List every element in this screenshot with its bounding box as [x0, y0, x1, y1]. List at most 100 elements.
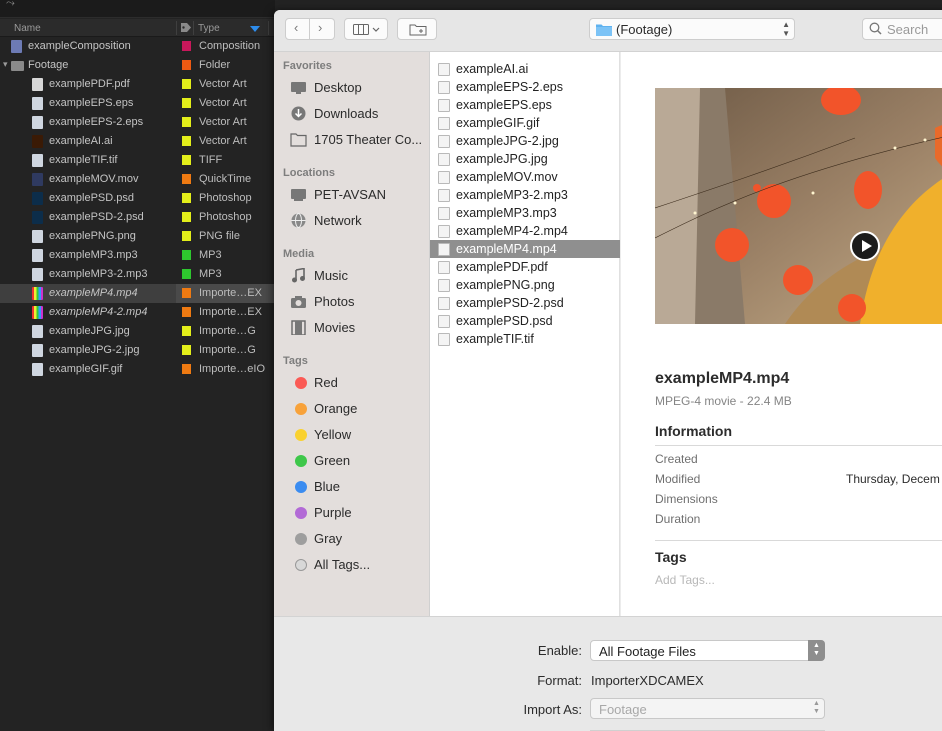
sidebar-item-movies[interactable]: Movies: [290, 317, 428, 339]
file-name: exampleMOV.mov: [456, 170, 558, 184]
file-name: exampleAI.ai: [456, 62, 529, 76]
label-color-swatch[interactable]: [182, 250, 191, 260]
sidebar-item-network[interactable]: Network: [290, 210, 428, 232]
label-color-swatch[interactable]: [182, 364, 191, 374]
project-item[interactable]: examplePSD-2.psd Photoshop: [0, 208, 275, 227]
label-color-swatch[interactable]: [182, 60, 191, 70]
label-color-swatch[interactable]: [182, 117, 191, 127]
sidebar-tag-orange[interactable]: Orange: [290, 398, 428, 420]
file-list-item[interactable]: exampleTIF.tif: [430, 330, 620, 348]
file-list-item[interactable]: exampleEPS-2.eps: [430, 78, 620, 96]
project-item[interactable]: exampleJPG.jpg Importe…G: [0, 322, 275, 341]
back-button[interactable]: ‹: [285, 18, 310, 40]
sidebar-item-photos[interactable]: Photos: [290, 291, 428, 313]
sidebar-tag-green[interactable]: Green: [290, 450, 428, 472]
project-item[interactable]: exampleEPS-2.eps Vector Art: [0, 113, 275, 132]
column-divider[interactable]: [268, 21, 269, 35]
project-item[interactable]: examplePSD.psd Photoshop: [0, 189, 275, 208]
project-item[interactable]: examplePNG.png PNG file: [0, 227, 275, 246]
sidebar-tag-yellow[interactable]: Yellow: [290, 424, 428, 446]
camera-icon: [291, 296, 306, 308]
project-item-name: exampleMP3-2.mp3: [49, 268, 148, 280]
tag-color-icon: [295, 429, 307, 441]
project-item-type: Importe…eIO: [199, 363, 266, 375]
sidebar-item-desktop[interactable]: Desktop: [290, 77, 428, 99]
label-color-swatch[interactable]: [182, 288, 191, 298]
file-list-item[interactable]: exampleMP3.mp3: [430, 204, 620, 222]
project-item-name: exampleGIF.gif: [49, 363, 123, 375]
label-color-swatch[interactable]: [182, 193, 191, 203]
play-button[interactable]: [850, 231, 880, 261]
label-color-swatch[interactable]: [182, 326, 191, 336]
label-color-swatch[interactable]: [182, 212, 191, 222]
file-list-item[interactable]: examplePNG.png: [430, 276, 620, 294]
file-list-item[interactable]: exampleGIF.gif: [430, 114, 620, 132]
project-item[interactable]: exampleComposition Composition: [0, 37, 275, 56]
label-color-swatch[interactable]: [182, 307, 191, 317]
label-color-swatch[interactable]: [182, 231, 191, 241]
project-item-name: exampleMP4-2.mp4: [49, 306, 148, 318]
file-list-item[interactable]: exampleEPS.eps: [430, 96, 620, 114]
sidebar-tag-all-tags[interactable]: All Tags...: [290, 554, 428, 576]
project-item[interactable]: exampleEPS.eps Vector Art: [0, 94, 275, 113]
label-color-swatch[interactable]: [182, 174, 191, 184]
sidebar-tag-gray[interactable]: Gray: [290, 528, 428, 550]
file-list-item[interactable]: examplePSD-2.psd: [430, 294, 620, 312]
project-item[interactable]: exampleGIF.gif Importe…eIO: [0, 360, 275, 379]
sidebar-tag-label: Orange: [314, 401, 358, 416]
label-color-swatch[interactable]: [182, 345, 191, 355]
folder-icon: [596, 24, 612, 36]
sidebar-item-pet-avsan[interactable]: PET-AVSAN: [290, 184, 428, 206]
chevron-left-icon: ‹: [294, 20, 299, 35]
search-input[interactable]: Search: [862, 18, 942, 40]
search-placeholder: Search: [887, 22, 929, 37]
label-color-swatch[interactable]: [182, 136, 191, 146]
project-item[interactable]: ▾ Footage Folder: [0, 56, 275, 75]
project-item[interactable]: examplePDF.pdf Vector Art: [0, 75, 275, 94]
project-item[interactable]: exampleMP4.mp4 Importe…EX: [0, 284, 275, 303]
file-list-item[interactable]: exampleMOV.mov: [430, 168, 620, 186]
enable-popup[interactable]: All Footage Files ▲ ▼: [590, 640, 825, 661]
column-divider[interactable]: [193, 21, 194, 35]
sidebar-tag-purple[interactable]: Purple: [290, 502, 428, 524]
label-color-swatch[interactable]: [182, 98, 191, 108]
project-item[interactable]: exampleAI.ai Vector Art: [0, 132, 275, 151]
file-list-item[interactable]: exampleMP4.mp4: [430, 240, 620, 258]
column-header-type[interactable]: Type: [198, 23, 220, 34]
label-tag-icon[interactable]: [180, 22, 192, 33]
project-item[interactable]: exampleJPG-2.jpg Importe…G: [0, 341, 275, 360]
column-header-name[interactable]: Name: [14, 23, 41, 34]
file-list-item[interactable]: exampleMP3-2.mp3: [430, 186, 620, 204]
sidebar-item-downloads[interactable]: Downloads: [290, 103, 428, 125]
import-as-popup[interactable]: Footage ▲ ▼: [590, 698, 825, 719]
flowchart-icon[interactable]: ⤳: [6, 0, 15, 10]
label-color-swatch[interactable]: [182, 269, 191, 279]
path-popup[interactable]: (Footage) ▲ ▼: [589, 18, 795, 40]
label-color-swatch[interactable]: [182, 155, 191, 165]
sidebar-tag-red[interactable]: Red: [290, 372, 428, 394]
sidebar-tag-blue[interactable]: Blue: [290, 476, 428, 498]
file-list-item[interactable]: exampleJPG.jpg: [430, 150, 620, 168]
column-divider[interactable]: [176, 21, 177, 35]
file-list-item[interactable]: exampleMP4-2.mp4: [430, 222, 620, 240]
new-folder-button[interactable]: [397, 18, 437, 40]
project-item[interactable]: exampleTIF.tif TIFF: [0, 151, 275, 170]
file-list-item[interactable]: exampleJPG-2.jpg: [430, 132, 620, 150]
project-item[interactable]: exampleMP3.mp3 MP3: [0, 246, 275, 265]
sidebar-item-1705-theater-co[interactable]: 1705 Theater Co...: [290, 129, 428, 151]
disclosure-triangle-icon[interactable]: ▾: [3, 59, 8, 70]
label-color-swatch[interactable]: [182, 41, 191, 51]
label-color-swatch[interactable]: [182, 79, 191, 89]
project-item[interactable]: exampleMP4-2.mp4 Importe…EX: [0, 303, 275, 322]
project-item[interactable]: exampleMP3-2.mp3 MP3: [0, 265, 275, 284]
forward-button[interactable]: ›: [310, 18, 335, 40]
add-tags-field[interactable]: Add Tags...: [655, 573, 715, 587]
file-list-item[interactable]: examplePDF.pdf: [430, 258, 620, 276]
video-thumbnail[interactable]: [655, 88, 942, 324]
file-list-item[interactable]: examplePSD.psd: [430, 312, 620, 330]
view-mode-button[interactable]: [344, 18, 388, 40]
sidebar-item-music[interactable]: Music: [290, 265, 428, 287]
format-value: ImporterXDCAMEX: [591, 673, 704, 688]
file-list-item[interactable]: exampleAI.ai: [430, 60, 620, 78]
project-item[interactable]: exampleMOV.mov QuickTime: [0, 170, 275, 189]
